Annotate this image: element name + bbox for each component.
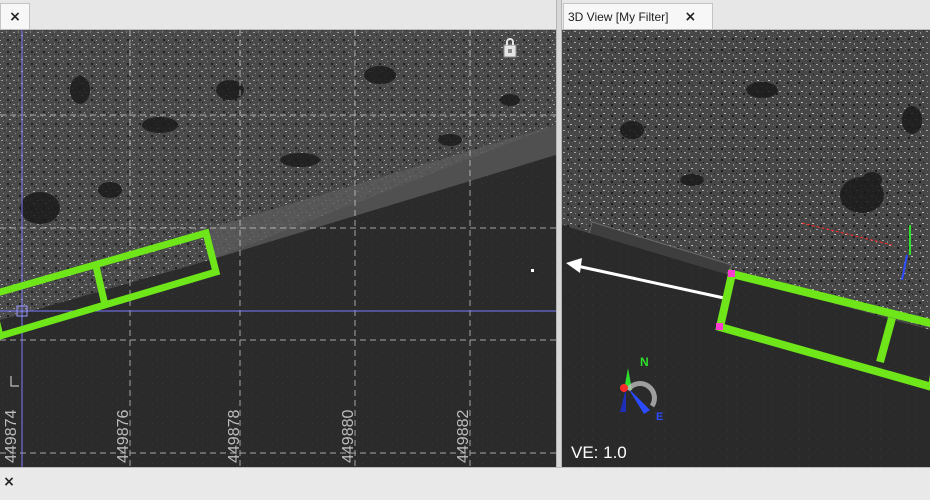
point-marker bbox=[531, 269, 534, 272]
north-label: N bbox=[640, 355, 649, 369]
tab-bar: × 3D View [My Filter] × bbox=[0, 0, 930, 30]
east-label: E bbox=[656, 411, 663, 423]
tab-plan-view[interactable]: × bbox=[0, 3, 30, 29]
tab-title: 3D View [My Filter] bbox=[568, 9, 669, 24]
close-icon[interactable]: × bbox=[0, 474, 18, 490]
grid-tick-label: 449874 bbox=[3, 410, 20, 463]
view-3d-canvas[interactable]: N E VE: 1.0 bbox=[562, 30, 930, 467]
plan-view-canvas[interactable]: 449874 449876 449878 449880 449882 bbox=[0, 30, 556, 467]
tab-3d-view[interactable]: 3D View [My Filter] × bbox=[563, 3, 713, 29]
bottom-panel: × bbox=[0, 467, 930, 500]
close-icon[interactable]: × bbox=[9, 9, 21, 25]
grid-tick-label: 449882 bbox=[455, 410, 472, 463]
grid-tick-label: 449878 bbox=[226, 410, 243, 463]
grid-tick-label: 449876 bbox=[115, 410, 132, 463]
close-icon[interactable]: × bbox=[684, 9, 696, 25]
grid-tick-label: 449880 bbox=[340, 410, 357, 463]
vertical-exaggeration-label: VE: 1.0 bbox=[571, 443, 627, 462]
